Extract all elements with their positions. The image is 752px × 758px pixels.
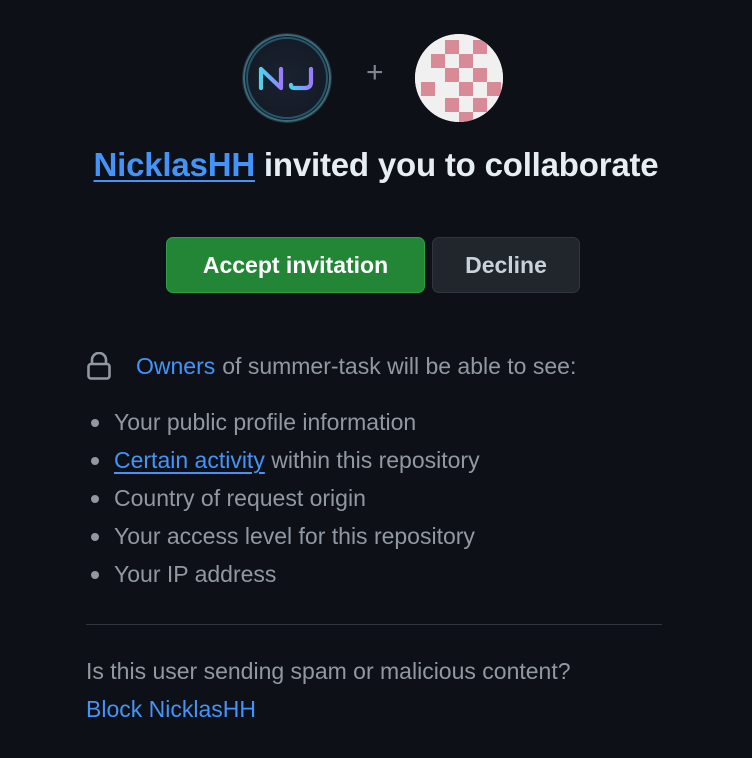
spam-question: Is this user sending spam or malicious c… bbox=[86, 658, 571, 684]
lock-icon bbox=[87, 352, 111, 380]
owners-link[interactable]: Owners bbox=[136, 353, 215, 380]
avatar-row: + bbox=[0, 34, 752, 124]
block-user-link[interactable]: Block NicklasHH bbox=[86, 696, 256, 723]
list-item-text: Your IP address bbox=[114, 561, 277, 587]
list-item: Your access level for this repository bbox=[91, 518, 480, 556]
visible-info-list: Your public profile information Certain … bbox=[86, 404, 480, 594]
invitation-headline: NicklasHH invited you to collaborate bbox=[0, 146, 752, 184]
list-item: Your IP address bbox=[91, 556, 480, 594]
privacy-notice-text: of summer-task will be able to see: bbox=[222, 352, 577, 379]
plus-separator: + bbox=[366, 56, 384, 89]
list-item: Your public profile information bbox=[91, 404, 480, 442]
list-item-text: within this repository bbox=[264, 447, 480, 473]
list-item: Country of request origin bbox=[91, 480, 480, 518]
accept-invitation-button[interactable]: Accept invitation bbox=[166, 237, 425, 293]
headline-text: invited you to collaborate bbox=[254, 146, 659, 183]
list-item: Certain activity within this repository bbox=[91, 442, 480, 480]
list-item-text: Country of request origin bbox=[114, 485, 366, 511]
list-item-text: Your public profile information bbox=[114, 409, 417, 435]
invitee-identicon-avatar bbox=[415, 34, 503, 122]
certain-activity-link[interactable]: Certain activity bbox=[114, 447, 265, 473]
decline-button[interactable]: Decline bbox=[432, 237, 580, 293]
identicon-icon bbox=[415, 34, 503, 122]
inviter-avatar[interactable] bbox=[243, 34, 331, 122]
privacy-notice: Owners of summer-task will be able to se… bbox=[86, 352, 576, 380]
invitation-page: + NicklasHH invited you to collaborate A… bbox=[0, 0, 752, 758]
list-item-text: Your access level for this repository bbox=[114, 523, 475, 549]
inviter-profile-link[interactable]: NicklasHH bbox=[94, 146, 256, 183]
nj-logo-icon bbox=[258, 66, 314, 91]
divider bbox=[86, 624, 662, 625]
